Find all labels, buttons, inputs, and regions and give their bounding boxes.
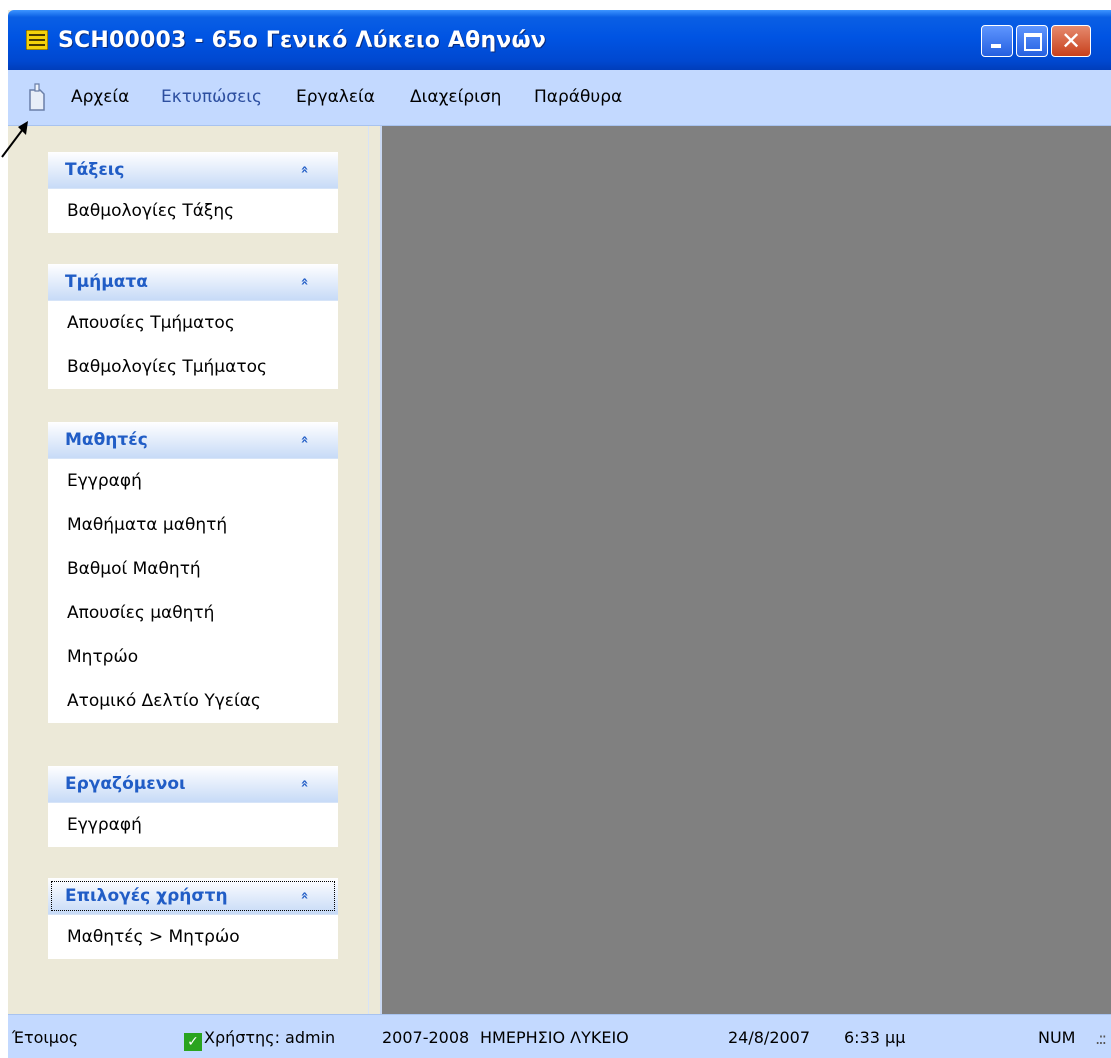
resize-grip-icon[interactable]: .:: [1095,1029,1107,1048]
link-user-shortcut[interactable]: Μαθητές > Μητρώο [48,915,338,959]
link-section-grades[interactable]: Βαθμολογίες Τμήματος [48,345,338,389]
window-title: SCH00003 - 65ο Γενικό Λύκειο Αθηνών [58,28,547,53]
link-student-registry[interactable]: Μητρώο [48,635,338,679]
group-title: Επιλογές χρήστη [65,886,228,906]
menu-tools[interactable]: Εργαλεία [296,87,375,107]
group-header-sections[interactable]: Τμήματα » [48,264,338,301]
status-bar: Έτοιμος ✓ Χρήστης: admin 2007-2008 ΗΜΕΡΗΣ… [8,1014,1111,1058]
title-bar[interactable]: SCH00003 - 65ο Γενικό Λύκειο Αθηνών ✕ [8,10,1111,70]
check-icon: ✓ [184,1033,202,1051]
collapse-chevron-icon[interactable]: » [298,435,313,443]
link-student-courses[interactable]: Μαθήματα μαθητή [48,503,338,547]
group-students: Μαθητές » Εγγραφή Μαθήματα μαθητή Βαθμοί… [48,422,338,723]
group-header-employees[interactable]: Εργαζόμενοι » [48,766,338,803]
menu-management[interactable]: Διαχείριση [410,87,501,107]
status-time: 6:33 μμ [844,1028,906,1047]
collapse-chevron-icon[interactable]: » [298,165,313,173]
group-header-user-options[interactable]: Επιλογές χρήστη » [48,878,338,915]
menu-prints[interactable]: Εκτυπώσεις [161,87,262,107]
navigation-panel: Τάξεις » Βαθμολογίες Τάξης Τμήματα » Απο… [8,126,368,1014]
group-title: Τάξεις [65,160,125,180]
collapse-chevron-icon[interactable]: » [298,277,313,285]
link-section-absences[interactable]: Απουσίες Τμήματος [48,301,338,345]
status-user-text: Χρήστης: admin [204,1028,336,1047]
status-school-year: 2007-2008 [382,1028,470,1047]
link-class-grades[interactable]: Βαθμολογίες Τάξης [48,189,338,233]
app-window: SCH00003 - 65ο Γενικό Λύκειο Αθηνών ✕ Αρ… [8,10,1111,1058]
maximize-button[interactable] [1016,25,1048,57]
menu-windows[interactable]: Παράθυρα [534,87,622,107]
menu-bar: Αρχεία Εκτυπώσεις Εργαλεία Διαχείριση Πα… [8,70,1111,126]
menu-archives[interactable]: Αρχεία [71,87,129,107]
group-title: Τμήματα [65,272,148,292]
link-student-grades[interactable]: Βαθμοί Μαθητή [48,547,338,591]
link-student-absences[interactable]: Απουσίες μαθητή [48,591,338,635]
link-student-health-record[interactable]: Ατομικό Δελτίο Υγείας [48,679,338,723]
group-title: Μαθητές [65,430,148,450]
minimize-button[interactable] [981,25,1013,57]
status-num-lock: NUM [1038,1028,1076,1047]
document-icon[interactable] [26,82,48,112]
group-header-classes[interactable]: Τάξεις » [48,152,338,189]
panel-splitter[interactable] [368,126,382,1014]
pointer-arrow-icon [1,121,28,158]
status-school-type: ΗΜΕΡΗΣΙΟ ΛΥΚΕΙΟ [480,1028,629,1047]
collapse-chevron-icon[interactable]: » [298,891,313,899]
mdi-workspace [382,126,1111,1014]
status-date: 24/8/2007 [728,1028,811,1047]
group-title: Εργαζόμενοι [65,774,186,794]
close-button[interactable]: ✕ [1051,25,1091,57]
group-employees: Εργαζόμενοι » Εγγραφή [48,766,338,847]
status-user: ✓ Χρήστης: admin [184,1028,335,1051]
status-ready: Έτοιμος [12,1028,79,1047]
link-student-registration[interactable]: Εγγραφή [48,459,338,503]
app-icon [26,30,48,50]
collapse-chevron-icon[interactable]: » [298,779,313,787]
close-icon: ✕ [1060,27,1082,55]
group-user-options: Επιλογές χρήστη » Μαθητές > Μητρώο [48,878,338,959]
group-header-students[interactable]: Μαθητές » [48,422,338,459]
group-sections: Τμήματα » Απουσίες Τμήματος Βαθμολογίες … [48,264,338,389]
link-employee-registration[interactable]: Εγγραφή [48,803,338,847]
group-classes: Τάξεις » Βαθμολογίες Τάξης [48,152,338,233]
